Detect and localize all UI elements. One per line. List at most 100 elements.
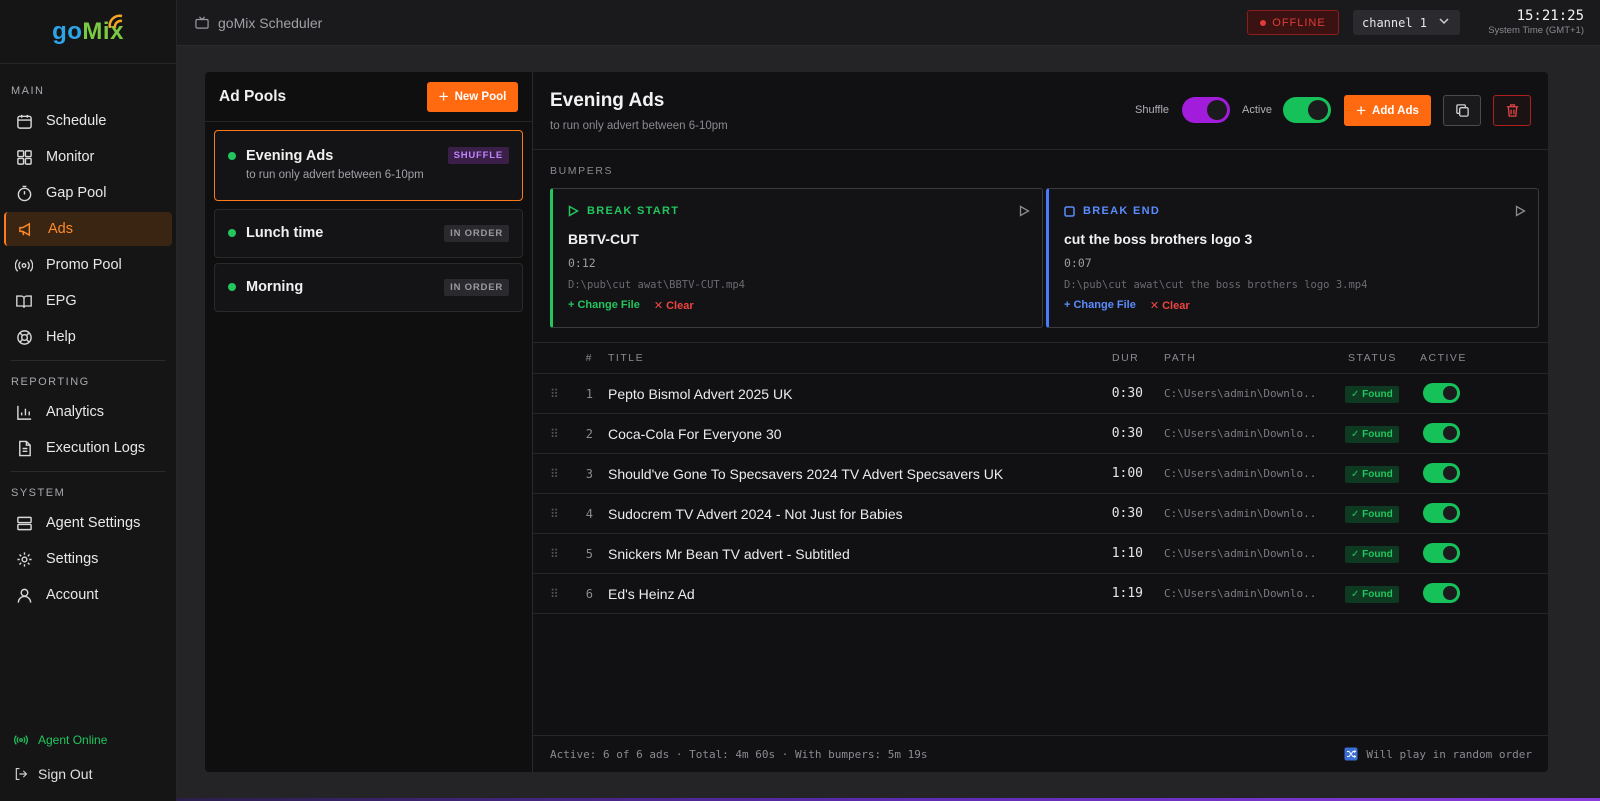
- sidebar-item-execution-logs[interactable]: Execution Logs: [4, 431, 172, 465]
- app-logo[interactable]: goMix: [0, 0, 176, 64]
- logout-icon: [15, 767, 28, 781]
- duplicate-pool-button[interactable]: [1443, 95, 1481, 126]
- active-label: Active: [1242, 104, 1272, 116]
- section-label-main: MAIN: [11, 85, 45, 97]
- pool-item-evening-ads[interactable]: Evening Ads SHUFFLE to run only advert b…: [214, 130, 523, 201]
- grid-icon: [14, 147, 34, 167]
- drag-handle-icon[interactable]: ⠿: [550, 587, 559, 601]
- logo-text-go: go: [52, 17, 83, 45]
- ad-active-toggle[interactable]: [1423, 463, 1460, 483]
- sidebar-item-agent-settings[interactable]: Agent Settings: [4, 506, 172, 540]
- change-file-link[interactable]: + Change File: [1064, 299, 1136, 312]
- ad-active-toggle[interactable]: [1423, 383, 1460, 403]
- drag-handle-icon[interactable]: ⠿: [550, 547, 559, 561]
- pool-item-lunch-time[interactable]: Lunch time IN ORDER: [214, 209, 523, 258]
- stop-icon: [1064, 205, 1075, 217]
- sidebar-item-schedule[interactable]: Schedule: [4, 104, 172, 138]
- toggle-knob: [1443, 506, 1457, 520]
- sidebar-item-help[interactable]: Help: [4, 320, 172, 354]
- pool-name: Morning: [246, 279, 304, 295]
- ad-duration: 0:30: [1111, 426, 1143, 441]
- bumper-file-name: cut the boss brothers logo 3: [1064, 231, 1253, 247]
- status-badge: ✓ Found: [1345, 506, 1399, 523]
- system-clock: 15:21:25 System Time (GMT+1): [1488, 8, 1584, 36]
- channel-select[interactable]: channel 1: [1353, 10, 1460, 35]
- ad-title: Snickers Mr Bean TV advert - Subtitled: [608, 545, 850, 562]
- new-pool-button[interactable]: + New Pool: [427, 81, 518, 112]
- pool-summary-footer: Active: 6 of 6 ads · Total: 4m 60s · Wit…: [533, 735, 1549, 772]
- sidebar-item-settings[interactable]: Settings: [4, 542, 172, 576]
- pool-name: Evening Ads: [246, 148, 334, 164]
- column-header-num: #: [585, 352, 593, 364]
- book-icon: [14, 291, 34, 311]
- sign-out-label: Sign Out: [38, 766, 93, 782]
- status-badge: ✓ Found: [1345, 546, 1399, 563]
- ad-duration: 0:30: [1111, 386, 1143, 401]
- table-row[interactable]: ⠿ 3 Should've Gone To Specsavers 2024 TV…: [533, 454, 1549, 494]
- sidebar-item-epg[interactable]: EPG: [4, 284, 172, 318]
- sidebar-item-label: Monitor: [46, 149, 95, 165]
- user-icon: [14, 585, 34, 605]
- ad-active-toggle[interactable]: [1423, 503, 1460, 523]
- channel-select-value: channel 1: [1362, 15, 1428, 30]
- connection-status-badge: OFFLINE: [1247, 10, 1339, 35]
- drag-handle-icon[interactable]: ⠿: [550, 387, 559, 401]
- sidebar-item-label: Gap Pool: [46, 185, 107, 201]
- sidebar-item-ads[interactable]: Ads: [4, 212, 172, 246]
- drag-handle-icon[interactable]: ⠿: [550, 427, 559, 441]
- pool-detail-subtitle: to run only advert between 6-10pm: [550, 120, 728, 132]
- change-file-link[interactable]: + Change File: [568, 299, 640, 312]
- status-badge: ✓ Found: [1345, 586, 1399, 603]
- ad-path: C:\Users\admin\Downlo...: [1164, 467, 1319, 480]
- toggle-knob: [1443, 386, 1457, 400]
- preview-play-button[interactable]: [1019, 204, 1030, 222]
- sidebar-item-monitor[interactable]: Monitor: [4, 140, 172, 174]
- ad-active-toggle[interactable]: [1423, 423, 1460, 443]
- delete-pool-button[interactable]: [1493, 95, 1531, 126]
- preview-play-button[interactable]: [1515, 204, 1526, 222]
- play-icon: [568, 205, 579, 217]
- table-row[interactable]: ⠿ 2 Coca-Cola For Everyone 30 0:30 C:\Us…: [533, 414, 1549, 454]
- ad-title: Should've Gone To Specsavers 2024 TV Adv…: [608, 465, 1004, 482]
- clear-link[interactable]: ✕ Clear: [654, 299, 694, 312]
- pool-item-morning[interactable]: Morning IN ORDER: [214, 263, 523, 312]
- ad-active-toggle[interactable]: [1423, 583, 1460, 603]
- bumper-file-name: BBTV-CUT: [568, 231, 639, 247]
- bumpers-section-label: BUMPERS: [550, 165, 614, 177]
- ad-duration: 1:00: [1111, 466, 1143, 481]
- drag-handle-icon[interactable]: ⠿: [550, 467, 559, 481]
- ad-title: Ed's Heinz Ad: [608, 585, 695, 602]
- chevron-down-icon: [1439, 18, 1449, 25]
- sidebar-item-label: Schedule: [46, 113, 107, 129]
- sidebar-item-promo-pool[interactable]: Promo Pool: [4, 248, 172, 282]
- table-row[interactable]: ⠿ 4 Sudocrem TV Advert 2024 - Not Just f…: [533, 494, 1549, 534]
- sign-out-button[interactable]: Sign Out: [14, 766, 92, 782]
- ad-active-toggle[interactable]: [1423, 543, 1460, 563]
- signal-arc-icon: [108, 14, 123, 29]
- table-row[interactable]: ⠿ 6 Ed's Heinz Ad 1:19 C:\Users\admin\Do…: [533, 574, 1549, 614]
- table-row[interactable]: ⠿ 1 Pepto Bismol Advert 2025 UK 0:30 C:\…: [533, 374, 1549, 414]
- drag-handle-icon[interactable]: ⠿: [550, 507, 559, 521]
- clear-link[interactable]: ✕ Clear: [1150, 299, 1190, 312]
- broadcast-icon: [14, 255, 34, 275]
- sidebar-divider: [11, 360, 165, 361]
- add-ads-button[interactable]: + Add Ads: [1344, 95, 1431, 126]
- bumper-file-path: D:\pub\cut awat\cut the boss brothers lo…: [1064, 279, 1368, 291]
- tv-icon: [195, 16, 209, 29]
- pool-active-dot: [228, 229, 236, 237]
- plus-icon: +: [438, 86, 449, 106]
- active-toggle[interactable]: [1283, 97, 1331, 123]
- sidebar-item-gap-pool[interactable]: Gap Pool: [4, 176, 172, 210]
- table-row[interactable]: ⠿ 5 Snickers Mr Bean TV advert - Subtitl…: [533, 534, 1549, 574]
- shuffle-toggle[interactable]: [1182, 97, 1230, 123]
- column-header-path: PATH: [1164, 352, 1197, 364]
- sidebar-item-account[interactable]: Account: [4, 578, 172, 612]
- main-content: Ad Pools + New Pool Evening Ads SHUFFLE t…: [177, 46, 1600, 801]
- sidebar-item-label: EPG: [46, 293, 77, 309]
- play-icon: [1019, 205, 1030, 217]
- bumper-break-start: BREAK START BBTV-CUT 0:12 D:\pub\cut awa…: [550, 188, 1043, 328]
- sidebar-item-label: Promo Pool: [46, 257, 122, 273]
- sidebar-item-analytics[interactable]: Analytics: [4, 395, 172, 429]
- topbar: goMix Scheduler OFFLINE channel 1 15:21:…: [177, 0, 1600, 46]
- offline-dot-icon: [1260, 19, 1267, 26]
